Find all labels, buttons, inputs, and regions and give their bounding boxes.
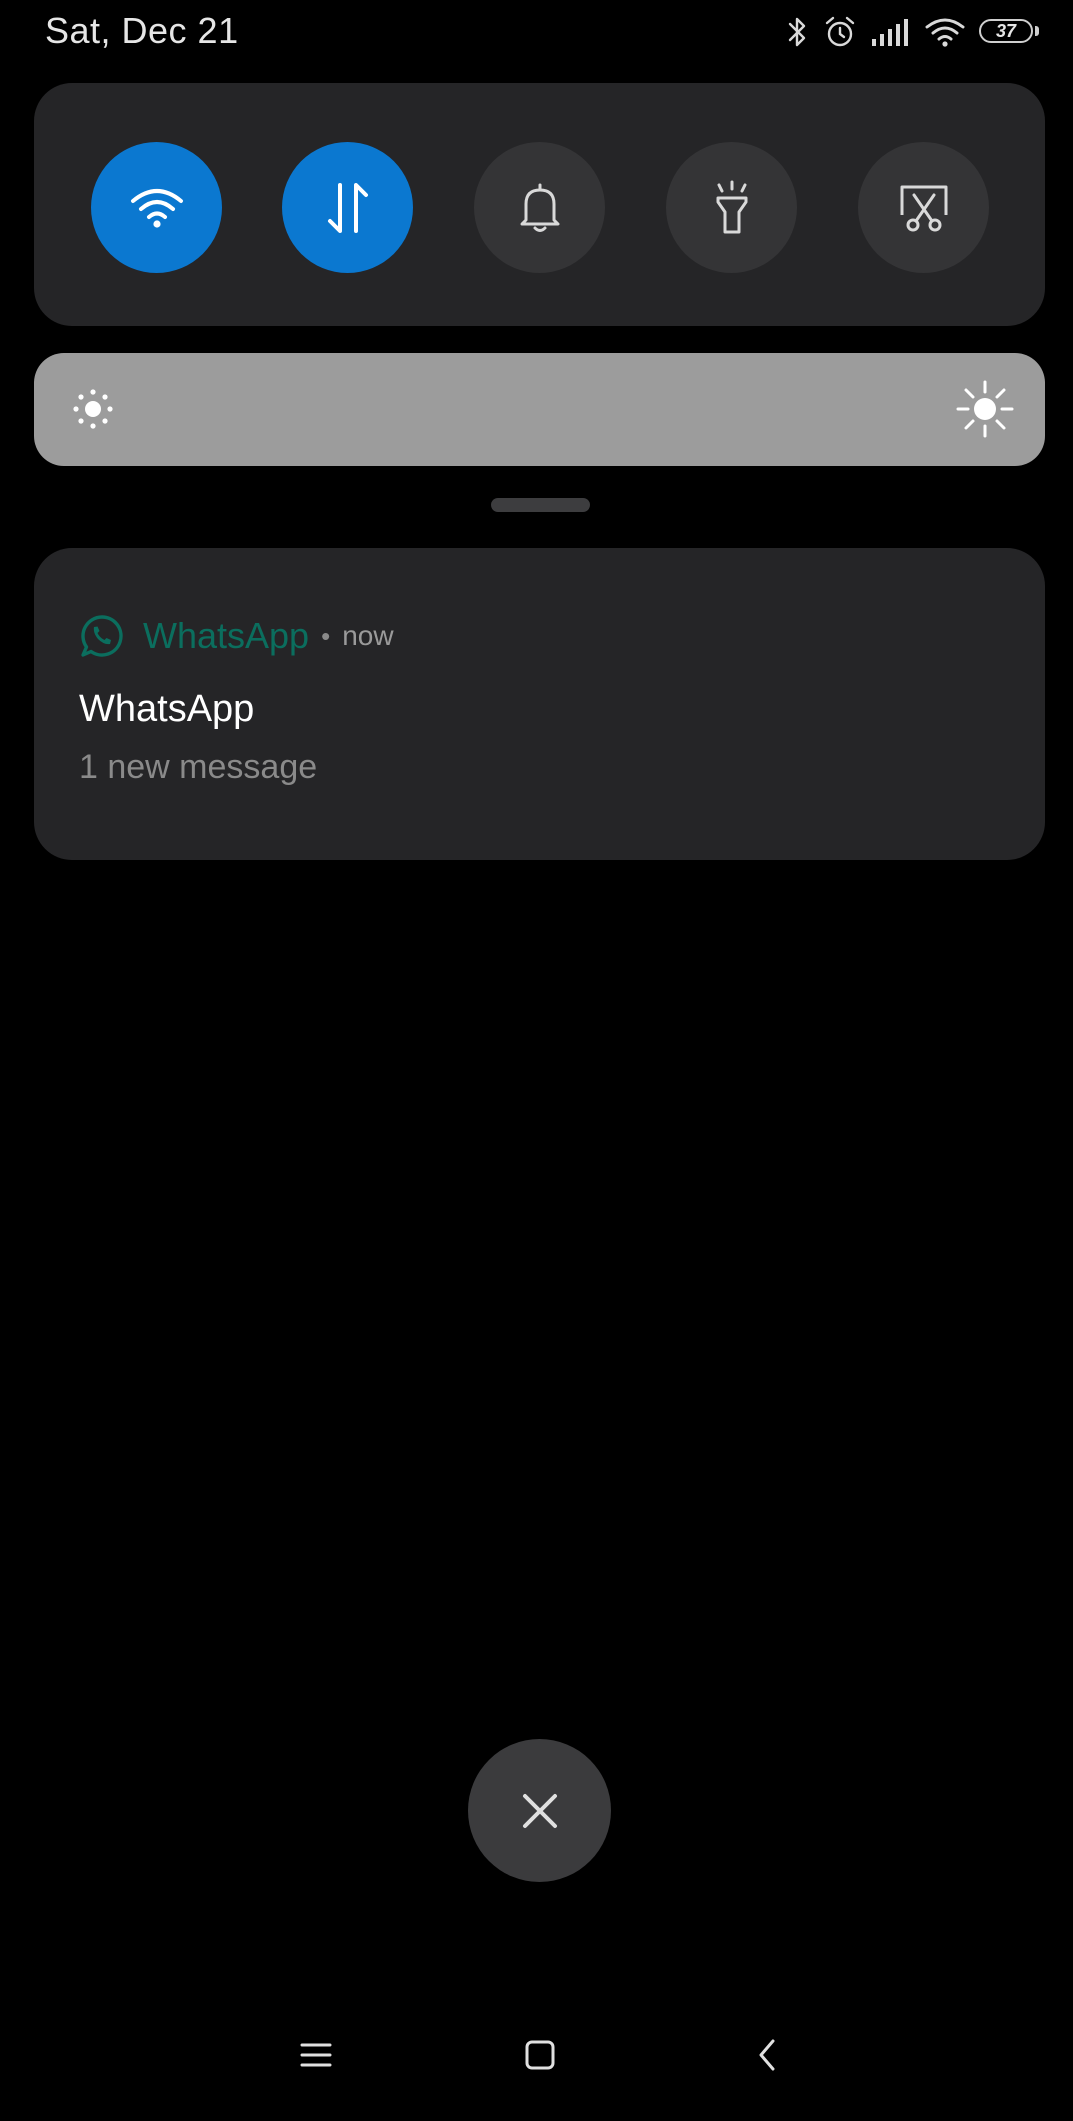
wifi-icon (130, 188, 183, 228)
brightness-slider[interactable] (34, 353, 1045, 466)
quick-settings-panel (34, 83, 1045, 326)
panel-drag-handle[interactable] (491, 498, 590, 512)
battery-level: 37 (979, 19, 1033, 43)
brightness-low-icon (73, 389, 113, 429)
screenshot-icon (900, 185, 947, 231)
data-transfer-icon (327, 182, 368, 233)
notification-header: WhatsApp • now (79, 612, 394, 660)
brightness-high-icon (956, 380, 1014, 438)
alarm-icon (825, 16, 855, 47)
battery-icon: 37 (979, 19, 1039, 45)
home-button[interactable] (505, 2020, 575, 2090)
notification-time: now (342, 620, 394, 651)
wifi-icon (925, 18, 965, 47)
flashlight-icon (716, 180, 747, 233)
signal-icon (872, 19, 908, 46)
notification-body: 1 new message (79, 748, 318, 786)
bluetooth-icon (788, 17, 806, 47)
back-icon (759, 2039, 775, 2071)
mobile-data-toggle[interactable] (282, 142, 413, 273)
status-icons: 37 (787, 12, 1039, 52)
status-bar: Sat, Dec 21 37 (0, 0, 1073, 64)
screenshot-toggle[interactable] (858, 142, 989, 273)
bell-icon (520, 183, 559, 232)
status-date: Sat, Dec 21 (45, 10, 239, 51)
notification-app-name: WhatsApp (143, 615, 310, 656)
wifi-toggle[interactable] (91, 142, 222, 273)
clear-all-notifications-button[interactable] (468, 1739, 611, 1882)
sound-toggle[interactable] (474, 142, 605, 273)
recent-apps-button[interactable] (281, 2020, 351, 2090)
navigation-bar (0, 2020, 1073, 2090)
whatsapp-icon (81, 615, 123, 657)
notification-title: WhatsApp (79, 688, 255, 730)
notification-separator: • (321, 620, 331, 651)
menu-icon (300, 2043, 332, 2067)
whatsapp-notification[interactable]: WhatsApp • now WhatsApp 1 new message (34, 548, 1045, 860)
home-icon (525, 2040, 555, 2070)
flashlight-toggle[interactable] (666, 142, 797, 273)
back-button[interactable] (732, 2020, 802, 2090)
close-icon (522, 1793, 557, 1828)
